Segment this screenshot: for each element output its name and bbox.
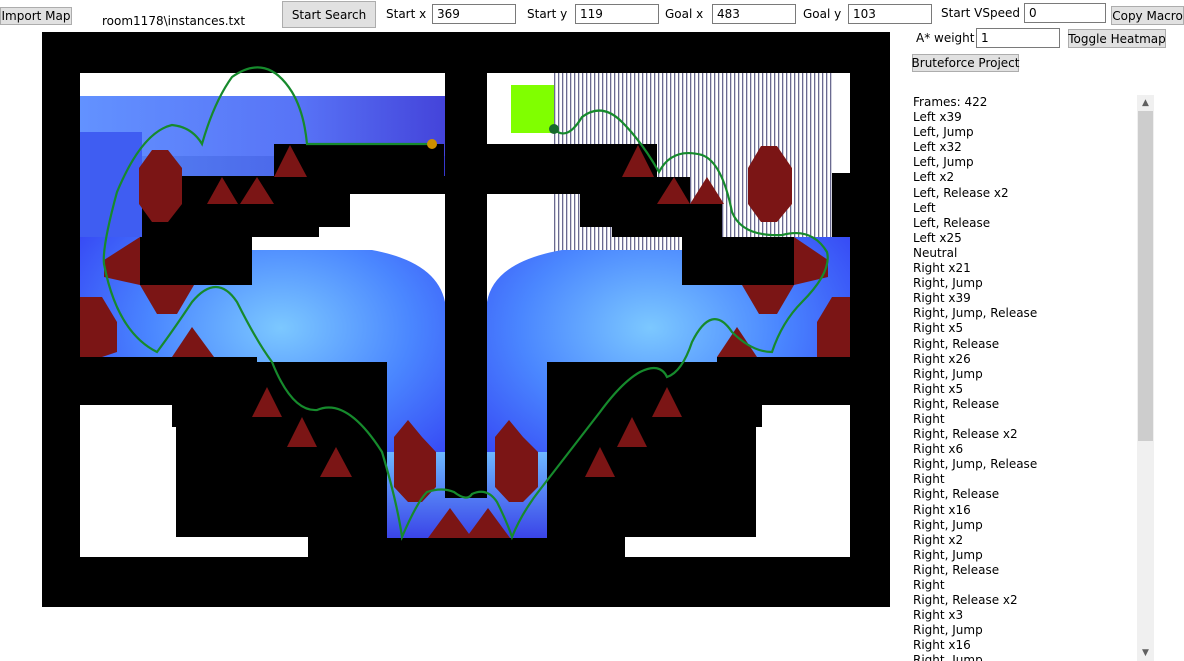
start-vspeed-label: Start VSpeed — [941, 6, 1020, 20]
scroll-up-icon[interactable]: ▲ — [1137, 95, 1154, 111]
scroll-down-icon[interactable]: ▼ — [1137, 645, 1154, 661]
log-row: Right x26 — [913, 351, 971, 366]
map-canvas[interactable] — [42, 32, 890, 607]
log-row: Right, Release — [913, 487, 1000, 502]
frames-count: Frames: 422 — [913, 95, 988, 109]
log-row: Right, Release x2 — [913, 427, 1018, 442]
start-x-label: Start x — [386, 7, 427, 21]
log-row: Left x25 — [913, 230, 962, 245]
start-x-field[interactable] — [432, 4, 516, 24]
log-row: Left, Release — [913, 215, 991, 230]
log-row: Right x16 — [913, 638, 971, 653]
log-row: Right, Jump, Release — [913, 457, 1038, 472]
log-row: Right, Jump — [913, 517, 983, 532]
start-y-field[interactable] — [575, 4, 659, 24]
log-row: Right x5 — [913, 321, 964, 336]
log-row: Right — [913, 411, 945, 426]
wall-step — [308, 477, 386, 557]
wall-step — [547, 477, 625, 557]
goal-x-label: Goal x — [665, 7, 704, 21]
log-scrollbar[interactable]: ▲ ▼ — [1137, 95, 1154, 661]
log-row: Left x2 — [913, 170, 955, 185]
heatmap-left-edge — [80, 132, 142, 237]
log-row: Right x39 — [913, 291, 971, 306]
start-marker — [427, 139, 437, 149]
wall-platform — [682, 237, 794, 285]
log-row: Right — [913, 578, 945, 592]
log-row: Right, Jump — [913, 366, 983, 381]
bruteforce-project-button[interactable]: Bruteforce Project — [912, 54, 1019, 72]
central-pillar — [445, 73, 487, 498]
scroll-thumb[interactable] — [1138, 111, 1153, 441]
log-row: Left x39 — [913, 110, 962, 125]
wall-step — [80, 537, 308, 557]
log-row: Right — [913, 472, 945, 487]
copy-macro-button[interactable]: Copy Macro — [1111, 6, 1184, 25]
log-row: Right, Jump — [913, 276, 983, 291]
goal-x-field[interactable] — [712, 4, 796, 24]
log-row: Right, Release — [913, 562, 1000, 577]
import-map-button[interactable]: Import Map — [0, 7, 72, 25]
goal-square — [511, 85, 554, 133]
log-row: Left, Release x2 — [913, 185, 1009, 200]
log-row: Right, Jump, Release — [913, 306, 1038, 321]
goal-y-field[interactable] — [848, 4, 932, 24]
log-row: Left — [913, 200, 936, 215]
goal-y-label: Goal y — [803, 7, 842, 21]
goal-marker — [549, 124, 559, 134]
start-search-button[interactable]: Start Search — [282, 1, 376, 28]
wall-step — [625, 537, 850, 557]
log-row: Right, Jump — [913, 653, 983, 661]
log-row: Left x32 — [913, 140, 962, 155]
map-path-label: room1178\instances.txt — [102, 14, 246, 28]
astar-weight-label: A* weight — [916, 31, 975, 45]
astar-weight-field[interactable] — [976, 28, 1060, 48]
log-row: Right x21 — [913, 261, 971, 276]
log-row: Right, Release — [913, 336, 1000, 351]
log-row: Right, Release x2 — [913, 593, 1018, 608]
log-row: Right, Jump — [913, 623, 983, 638]
start-y-label: Start y — [527, 7, 568, 21]
start-vspeed-field[interactable] — [1024, 3, 1106, 23]
action-log[interactable]: Frames: 422 Left x39 Left, Jump Left x32 Le… — [913, 95, 1135, 661]
log-row: Right x6 — [913, 442, 964, 457]
log-row: Right x16 — [913, 502, 971, 517]
wall-step — [42, 557, 890, 607]
log-row: Neutral — [913, 245, 958, 260]
log-row: Right x2 — [913, 532, 964, 547]
log-row: Left, Jump — [913, 155, 974, 170]
log-row: Right x3 — [913, 608, 964, 623]
wall-platform — [140, 237, 252, 285]
toggle-heatmap-button[interactable]: Toggle Heatmap — [1068, 29, 1166, 48]
log-row: Left, Jump — [913, 125, 974, 140]
log-row: Right, Jump — [913, 547, 983, 562]
log-row: Right x5 — [913, 381, 964, 396]
log-row: Right, Release — [913, 396, 1000, 411]
